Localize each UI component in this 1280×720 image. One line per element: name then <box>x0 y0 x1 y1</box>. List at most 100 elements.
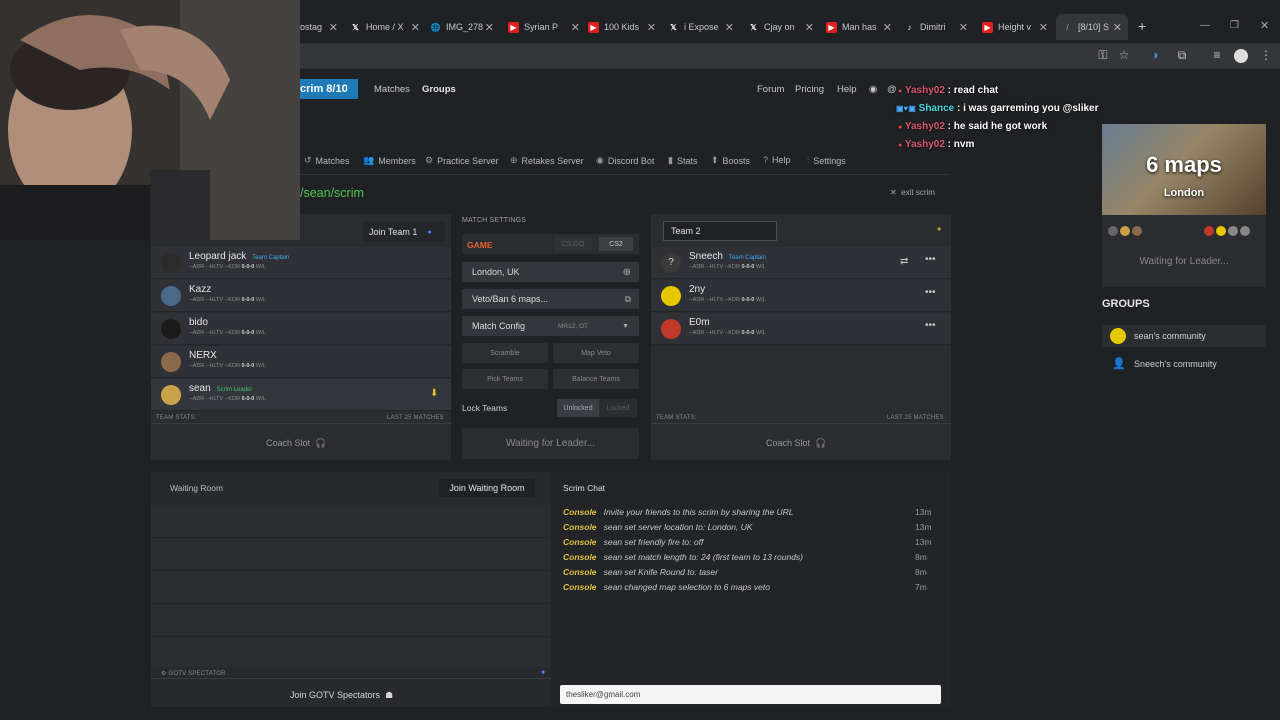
subnav-matches[interactable]: ↺ Matches <box>304 155 350 166</box>
tab-1[interactable]: 𝕏 Home / X ✕ <box>350 14 420 40</box>
close-icon[interactable]: ✕ <box>959 21 968 34</box>
chat-input[interactable]: thesliker@gmail.com <box>560 685 941 704</box>
profile-avatar[interactable] <box>1234 49 1248 63</box>
player-name[interactable]: bido <box>189 317 208 328</box>
player-name[interactable]: NERX <box>189 350 217 361</box>
nav-matches[interactable]: Matches <box>374 84 410 95</box>
tab-8[interactable]: ♪ Dimitri ✕ <box>904 14 969 40</box>
player-name[interactable]: 2ny <box>689 284 705 295</box>
puzzle-icon[interactable]: ⧉ <box>1174 48 1190 63</box>
close-icon[interactable]: ✕ <box>647 21 656 34</box>
subnav-discord-bot[interactable]: ◉ Discord Bot <box>596 155 654 166</box>
player-name[interactable]: sean Scrim Leader <box>189 383 252 394</box>
tab-5[interactable]: 𝕏i Expose ✕ <box>668 14 734 40</box>
group-item-sneechs-community[interactable]: 👤 Sneech's community <box>1102 353 1266 375</box>
match-config-select[interactable]: Match Config MR12, OT ▼ <box>462 316 639 336</box>
player-name[interactable]: Kazz <box>189 284 211 295</box>
subnav-boosts[interactable]: ⬆ Boosts <box>711 155 750 166</box>
maximize-icon[interactable]: ❐ <box>1230 20 1239 31</box>
game-option-cs2[interactable]: CS2 <box>599 237 633 251</box>
menu-icon[interactable]: ⋮ <box>1258 48 1274 62</box>
tab-7[interactable]: ▶ Man has ✕ <box>826 14 892 40</box>
tab-label: i Expose <box>684 22 719 32</box>
tab-9[interactable]: ▶ Height v ✕ <box>982 14 1048 40</box>
extension-icon[interactable]: ◗ <box>1148 48 1164 62</box>
close-icon[interactable]: ✕ <box>883 21 892 34</box>
subnav-retakes-server[interactable]: ⊕ Retakes Server <box>510 155 584 166</box>
close-icon[interactable]: ✕ <box>1039 21 1048 34</box>
join-team1-button[interactable]: Join Team 1 ● <box>363 222 445 242</box>
discord-icon[interactable]: ◉ <box>869 84 877 95</box>
close-window-icon[interactable]: ✕ <box>1260 19 1269 32</box>
close-icon[interactable]: ✕ <box>805 21 814 34</box>
tab-3[interactable]: ▶ Syrian P ✕ <box>508 14 580 40</box>
unlocked-toggle[interactable]: Unlocked <box>557 399 599 417</box>
player-row[interactable]: Leopard jack Team Captain --ADR --HLTV --… <box>151 247 451 279</box>
star-icon[interactable]: ☆ <box>1116 48 1132 62</box>
close-icon[interactable]: ✕ <box>485 21 494 34</box>
game-option-csgo[interactable]: CS:GO <box>554 237 592 251</box>
close-icon[interactable]: ✕ <box>411 21 420 34</box>
locked-toggle[interactable]: Locked <box>599 399 637 417</box>
more-icon[interactable]: ••• <box>925 320 936 331</box>
nav-pricing[interactable]: Pricing <box>795 84 824 95</box>
subnav-members[interactable]: 👥 Members <box>363 155 416 166</box>
player-name[interactable]: E0m <box>689 317 710 328</box>
team2-name-input[interactable]: Team 2 <box>663 221 777 241</box>
scrim-path[interactable]: /sean/scrim <box>300 186 364 200</box>
more-icon[interactable]: ••• <box>925 254 936 265</box>
key-icon[interactable]: ⚿ <box>1095 48 1111 63</box>
player-name[interactable]: Leopard jack Team Captain <box>189 251 289 262</box>
coach-slot-team1[interactable]: Coach Slot 🎧 <box>266 438 326 449</box>
tab-label: Cjay on <box>764 22 795 32</box>
tab-10-active[interactable]: / [8/10] S ✕ <box>1056 14 1128 40</box>
subnav-practice-server[interactable]: ⚙ Practice Server <box>425 155 499 166</box>
player-row[interactable]: E0m --ADR --HLTV --KDR 0-0-0 W/L ••• <box>651 313 951 345</box>
player-row[interactable]: sean Scrim Leader --ADR --HLTV --KDR 0-0-… <box>151 379 451 411</box>
map-thumbnail[interactable]: 6 maps London <box>1102 124 1266 215</box>
exit-scrim-button[interactable]: ✕ exit scrim <box>890 188 935 197</box>
swap-icon[interactable]: ⇄ <box>900 256 908 267</box>
brand-logo[interactable]: crim 8/10 <box>290 79 358 99</box>
player-row[interactable]: ? Sneech Team Captain --ADR --HLTV --KDR … <box>651 247 951 279</box>
tab-0[interactable]: ostag ✕ <box>300 14 338 40</box>
list-icon[interactable]: ≡ <box>1209 48 1225 62</box>
nav-groups[interactable]: Groups <box>422 84 456 95</box>
scramble-button[interactable]: Scramble <box>462 343 548 363</box>
player-row[interactable]: 2ny --ADR --HLTV --KDR 0-0-0 W/L ••• <box>651 280 951 312</box>
x-icon: 𝕏 <box>750 22 757 32</box>
join-gotv-button[interactable]: Join GOTV Spectators ☗ <box>290 690 393 701</box>
subnav-label: Boosts <box>722 155 751 166</box>
location-select[interactable]: London, UK ⊕ <box>462 262 639 282</box>
player-name[interactable]: Sneech Team Captain <box>689 251 766 262</box>
join-waiting-room-button[interactable]: Join Waiting Room <box>439 479 535 497</box>
coach-slot-team2[interactable]: Coach Slot 🎧 <box>766 438 826 449</box>
wl-value: 0-0-0 <box>241 264 255 270</box>
player-row[interactable]: Kazz --ADR --HLTV --KDR 0-0-0 W/L <box>151 280 451 312</box>
tab-6[interactable]: 𝕏 Cjay on ✕ <box>748 14 814 40</box>
veto-ban-button[interactable]: Veto/Ban 6 maps... ⧉ <box>462 289 639 309</box>
tab-4[interactable]: ▶ 100 Kids ✕ <box>588 14 656 40</box>
close-icon[interactable]: ✕ <box>329 21 338 34</box>
nav-user[interactable]: @ <box>887 84 897 95</box>
pick-teams-button[interactable]: Pick Teams <box>462 369 548 389</box>
more-icon[interactable]: ••• <box>925 287 936 298</box>
tiktok-icon: ♪ <box>907 22 912 32</box>
nav-forum[interactable]: Forum <box>757 84 784 95</box>
arrow-down-icon[interactable]: ⬇ <box>430 388 438 399</box>
balance-teams-button[interactable]: Balance Teams <box>553 369 639 389</box>
player-row[interactable]: NERX --ADR --HLTV --KDR 0-0-0 W/L <box>151 346 451 378</box>
tab-2[interactable]: 🌐 IMG_278 ✕ <box>430 14 494 40</box>
subnav-stats[interactable]: ▮ Stats <box>668 155 697 166</box>
player-row[interactable]: bido --ADR --HLTV --KDR 0-0-0 W/L <box>151 313 451 345</box>
close-icon[interactable]: ✕ <box>1113 21 1122 34</box>
subnav-help[interactable]: ? Help <box>763 155 791 165</box>
nav-help[interactable]: Help <box>837 84 857 95</box>
close-icon[interactable]: ✕ <box>725 21 734 34</box>
close-icon[interactable]: ✕ <box>571 21 580 34</box>
subnav-settings[interactable]: ⫶ Settings <box>807 155 846 166</box>
new-tab-icon[interactable]: + <box>1138 18 1146 34</box>
minimize-icon[interactable]: — <box>1200 20 1210 31</box>
group-item-seans-community[interactable]: sean's community <box>1102 325 1266 347</box>
map-veto-button[interactable]: Map Veto <box>553 343 639 363</box>
